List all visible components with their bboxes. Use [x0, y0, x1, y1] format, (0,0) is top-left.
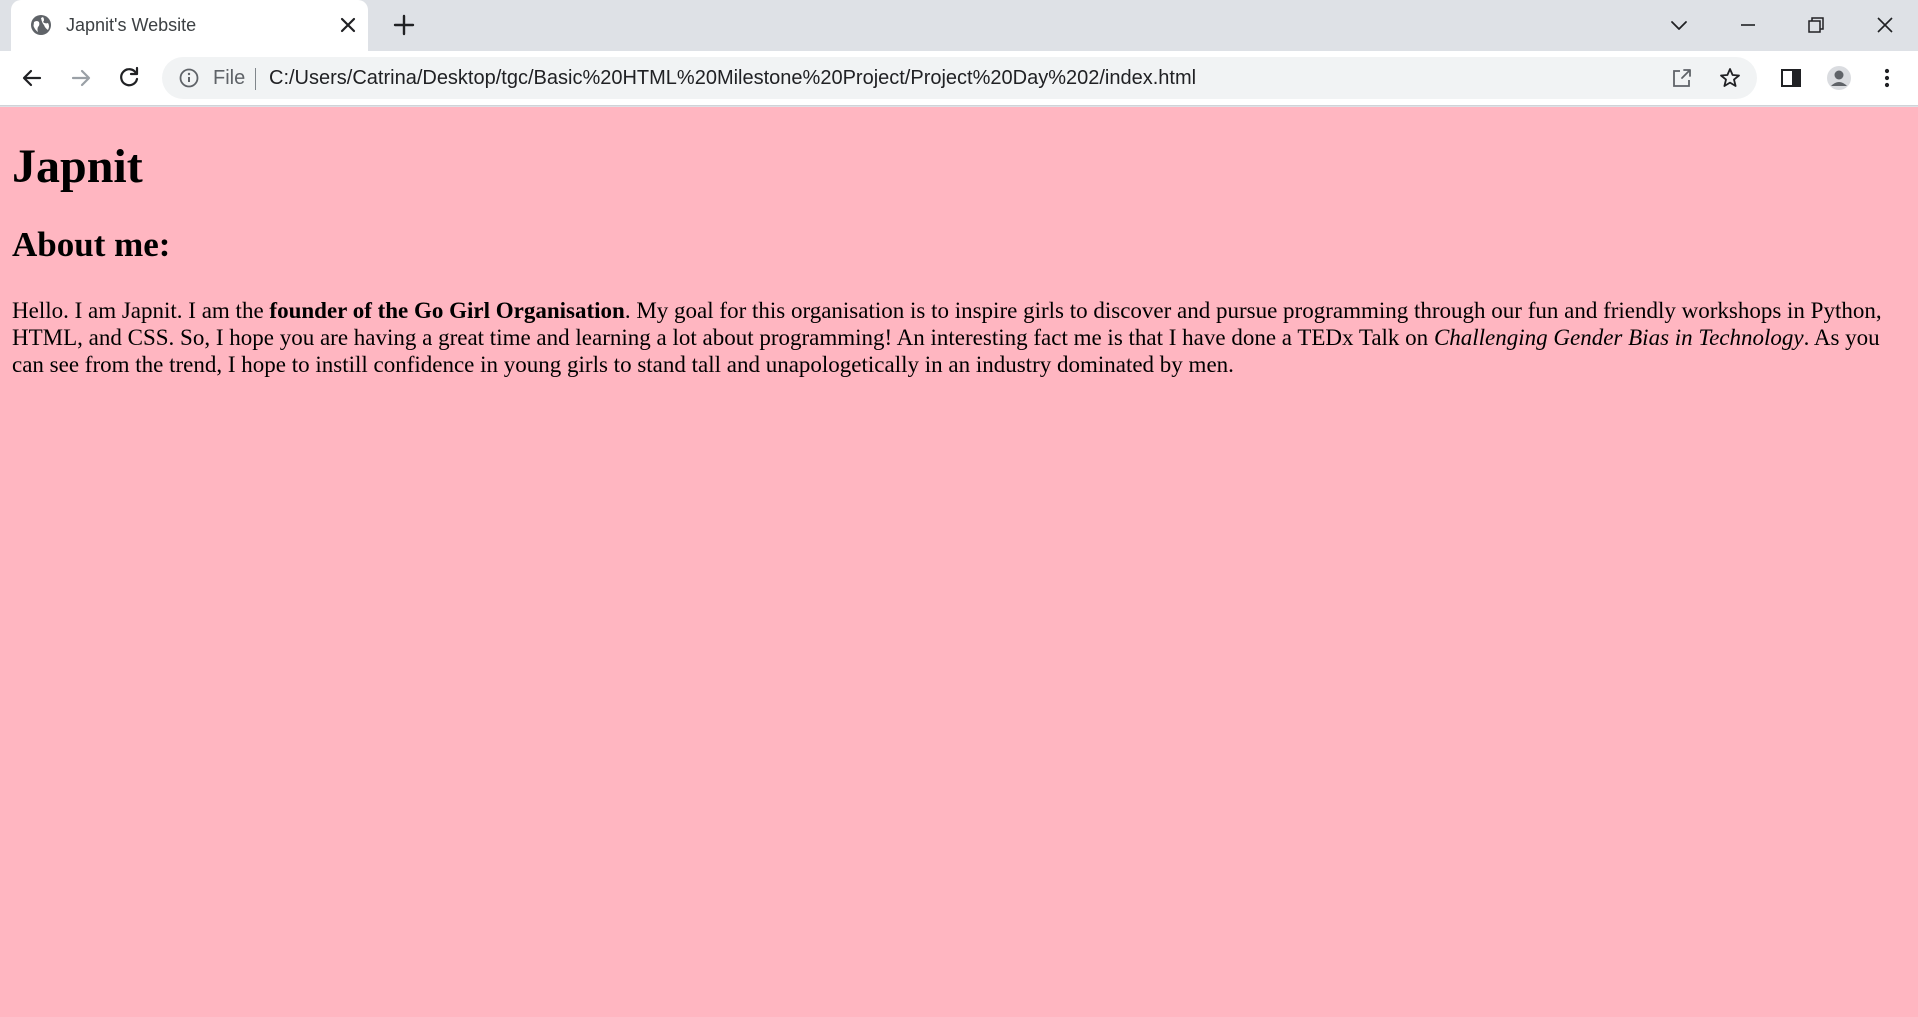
bookmark-star-icon[interactable]	[1718, 66, 1742, 90]
about-paragraph: Hello. I am Japnit. I am the founder of …	[12, 297, 1902, 378]
address-bar[interactable]: File C:/Users/Catrina/Desktop/tgc/Basic%…	[162, 57, 1757, 99]
restore-icon[interactable]	[1803, 12, 1829, 38]
tab-close-icon[interactable]	[337, 14, 359, 36]
window-close-icon[interactable]	[1872, 12, 1898, 38]
about-bold: founder of the Go Girl Organisation	[269, 298, 625, 323]
back-arrow-icon[interactable]	[18, 64, 46, 92]
tab-active[interactable]: Japnit's Website	[11, 0, 368, 51]
section-heading: About me:	[12, 225, 171, 264]
share-icon[interactable]	[1670, 66, 1694, 90]
globe-icon	[30, 14, 52, 36]
info-icon[interactable]	[178, 67, 200, 89]
tab-strip: Japnit's Website	[0, 0, 1918, 51]
new-tab-icon[interactable]	[391, 12, 417, 38]
page-title: Japnit	[12, 140, 143, 193]
page-content: Japnit About me: Hello. I am Japnit. I a…	[0, 107, 1918, 1017]
forward-arrow-icon[interactable]	[67, 64, 95, 92]
tab-title: Japnit's Website	[66, 15, 197, 35]
reload-icon[interactable]	[115, 64, 143, 92]
about-italic: Challenging Gender Bias in Technology	[1433, 325, 1804, 350]
side-panel-icon[interactable]	[1778, 65, 1804, 91]
omnibox-divider	[255, 68, 256, 90]
url-text[interactable]: C:/Users/Catrina/Desktop/tgc/Basic%20HTM…	[269, 66, 1196, 90]
chevron-down-icon[interactable]	[1666, 12, 1692, 38]
profile-avatar-icon[interactable]	[1826, 65, 1852, 91]
about-intro: Hello. I am Japnit. I am the	[12, 298, 270, 323]
browser-toolbar: File C:/Users/Catrina/Desktop/tgc/Basic%…	[0, 51, 1918, 106]
scheme-label: File	[213, 67, 246, 89]
minimize-icon[interactable]	[1735, 12, 1761, 38]
more-menu-icon[interactable]	[1874, 65, 1900, 91]
